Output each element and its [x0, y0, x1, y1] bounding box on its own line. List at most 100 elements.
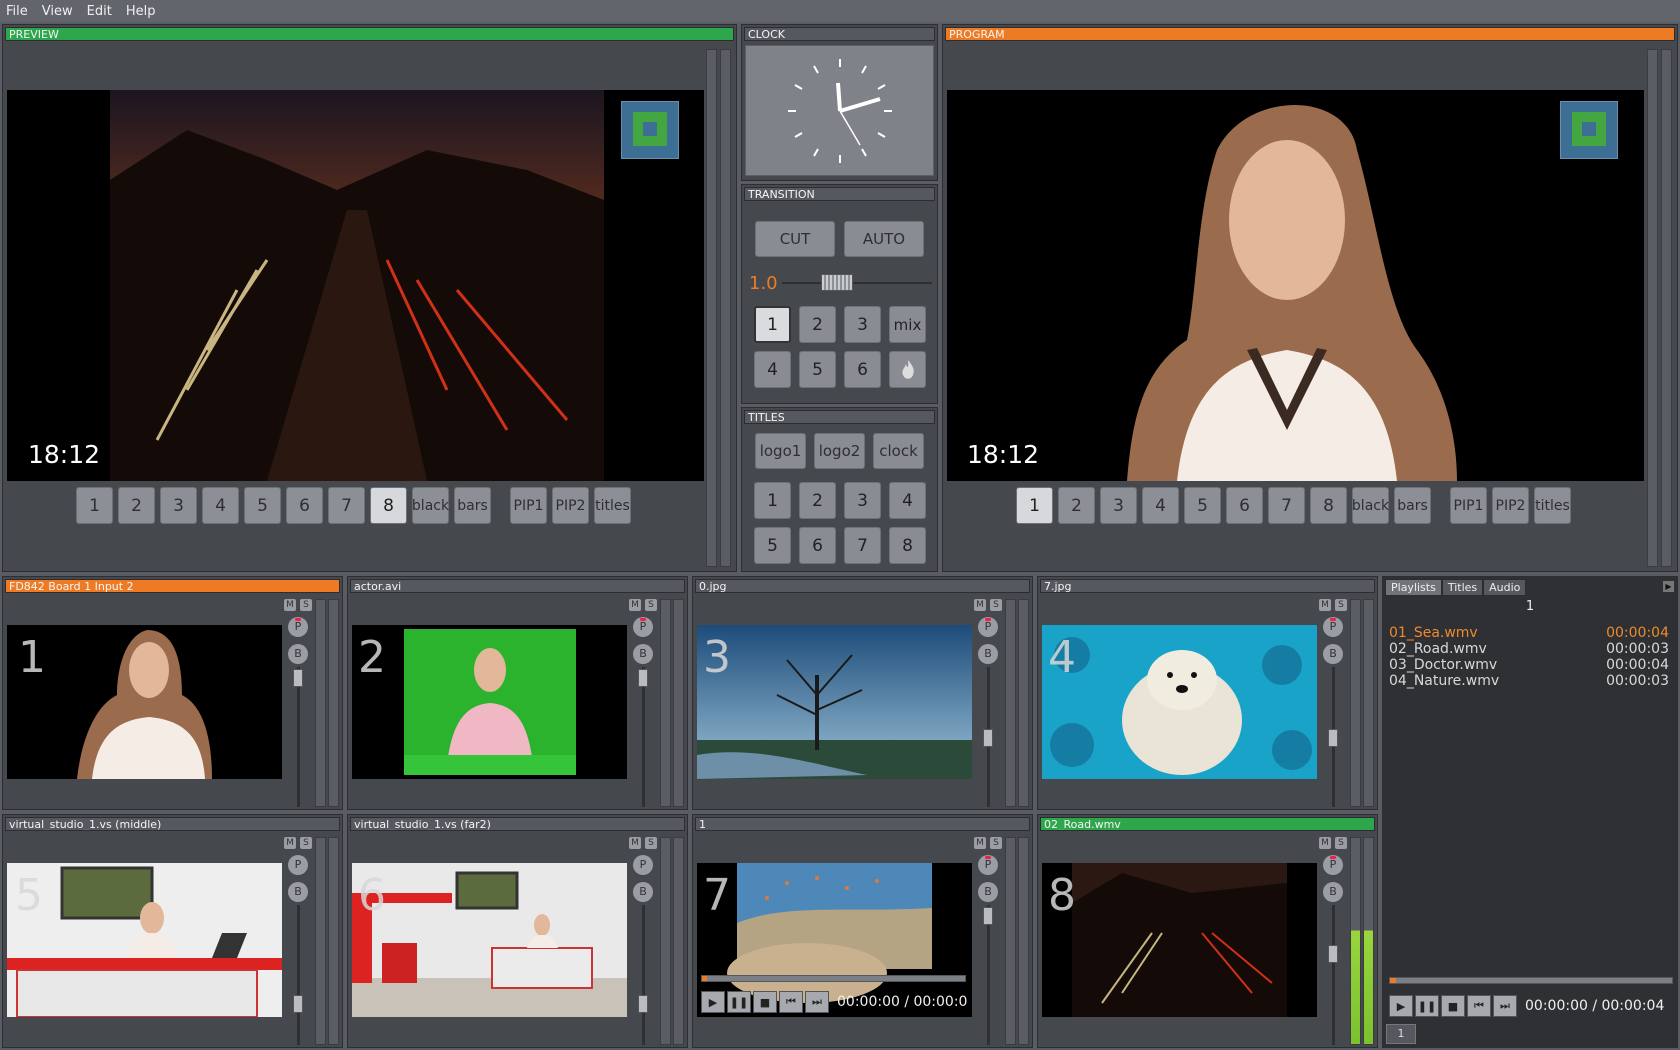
preview-button-2[interactable]: 2 [118, 487, 155, 524]
playlist-progress[interactable] [1389, 977, 1673, 984]
transition-slider-handle[interactable] [821, 274, 853, 291]
program-button-7[interactable]: 7 [1268, 487, 1305, 524]
menu-file[interactable]: File [4, 4, 30, 19]
skip-forward-icon[interactable]: ⏭ [1493, 995, 1517, 1017]
titles-number-8[interactable]: 8 [889, 527, 926, 564]
input-cell-6[interactable]: virtual_studio_1.vs (far2) 6 M S P B [347, 814, 688, 1048]
program-button-8[interactable]: 8 [1310, 487, 1347, 524]
tab-titles[interactable]: Titles [1441, 579, 1484, 596]
skip-back-icon[interactable]: ⏮ [779, 991, 803, 1013]
bus-circle-button-3[interactable]: B [978, 644, 998, 664]
volume-fader-1[interactable] [293, 669, 303, 687]
input-cell-1[interactable]: FD842 Board 1 Input 2 1 M S P B [2, 576, 343, 810]
tab-playlists[interactable]: Playlists [1385, 579, 1442, 596]
bus-circle-button-7[interactable]: B [978, 882, 998, 902]
preview-circle-button-1[interactable]: P [288, 617, 308, 637]
solo-button-2[interactable]: S [645, 599, 657, 611]
transition-effect-2[interactable]: 2 [799, 306, 836, 343]
bus-circle-button-8[interactable]: B [1323, 882, 1343, 902]
program-button-2[interactable]: 2 [1058, 487, 1095, 524]
volume-fader-6[interactable] [638, 995, 648, 1013]
transition-effect-4[interactable]: 4 [754, 351, 791, 388]
playlist-page-button[interactable]: 1 [1386, 1024, 1416, 1044]
program-button-pip2[interactable]: PIP2 [1492, 487, 1529, 524]
auto-button[interactable]: AUTO [844, 221, 924, 257]
mute-button-8[interactable]: M [1319, 837, 1331, 849]
input-monitor-3[interactable] [697, 625, 972, 779]
pause-icon[interactable]: ❚❚ [1415, 995, 1439, 1017]
preview-circle-button-5[interactable]: P [288, 855, 308, 875]
bus-circle-button-4[interactable]: B [1323, 644, 1343, 664]
input-monitor-8[interactable] [1042, 863, 1317, 1017]
stop-icon[interactable]: ■ [753, 991, 777, 1013]
program-monitor[interactable]: 18:12 [947, 90, 1644, 481]
program-button-bars[interactable]: bars [1394, 487, 1431, 524]
solo-button-4[interactable]: S [1335, 599, 1347, 611]
solo-button-6[interactable]: S [645, 837, 657, 849]
titles-clock-button[interactable]: clock [873, 433, 924, 469]
preview-button-3[interactable]: 3 [160, 487, 197, 524]
mute-button-2[interactable]: M [629, 599, 641, 611]
mute-button-3[interactable]: M [974, 599, 986, 611]
menu-help[interactable]: Help [124, 4, 158, 19]
titles-number-3[interactable]: 3 [844, 482, 881, 519]
transition-effect-1[interactable]: 1 [754, 306, 791, 343]
volume-fader-8[interactable] [1328, 945, 1338, 963]
preview-button-black[interactable]: black [412, 487, 449, 524]
preview-circle-button-6[interactable]: P [633, 855, 653, 875]
mute-button-1[interactable]: M [284, 599, 296, 611]
transition-effect-6[interactable]: 6 [844, 351, 881, 388]
solo-button-3[interactable]: S [990, 599, 1002, 611]
input-7-progress[interactable] [701, 975, 966, 982]
input-cell-7[interactable]: 1 7 ▶ ❚❚ ■ ⏮ ⏭ 00:00:00 / 00:00:0 M S P … [692, 814, 1033, 1048]
solo-button-5[interactable]: S [300, 837, 312, 849]
preview-button-1[interactable]: 1 [76, 487, 113, 524]
titles-number-2[interactable]: 2 [799, 482, 836, 519]
input-cell-5[interactable]: virtual_studio_1.vs (middle) 5 M S P B [2, 814, 343, 1048]
play-icon[interactable]: ▶ [701, 991, 725, 1013]
titles-number-5[interactable]: 5 [754, 527, 791, 564]
bus-circle-button-2[interactable]: B [633, 644, 653, 664]
cut-button[interactable]: CUT [755, 221, 835, 257]
program-button-4[interactable]: 4 [1142, 487, 1179, 524]
menu-view[interactable]: View [40, 4, 75, 19]
titles-logo1-button[interactable]: logo1 [755, 433, 806, 469]
titles-number-1[interactable]: 1 [754, 482, 791, 519]
transition-effect-3[interactable]: 3 [844, 306, 881, 343]
menu-edit[interactable]: Edit [85, 4, 114, 19]
titles-number-7[interactable]: 7 [844, 527, 881, 564]
mute-button-7[interactable]: M [974, 837, 986, 849]
pause-icon[interactable]: ❚❚ [727, 991, 751, 1013]
titles-number-4[interactable]: 4 [889, 482, 926, 519]
playlist-item[interactable]: 01_Sea.wmv 00:00:04 [1389, 625, 1669, 641]
volume-fader-5[interactable] [293, 995, 303, 1013]
volume-fader-2[interactable] [638, 669, 648, 687]
mute-button-5[interactable]: M [284, 837, 296, 849]
program-button-1[interactable]: 1 [1016, 487, 1053, 524]
solo-button-1[interactable]: S [300, 599, 312, 611]
input-cell-2[interactable]: actor.avi 2 M S P B [347, 576, 688, 810]
play-icon[interactable]: ▶ [1389, 995, 1413, 1017]
program-button-5[interactable]: 5 [1184, 487, 1221, 524]
input-cell-4[interactable]: 7.jpg 4 M S P B [1037, 576, 1378, 810]
stop-icon[interactable]: ■ [1441, 995, 1465, 1017]
input-cell-8[interactable]: 02_Road.wmv 8 M S P B [1037, 814, 1378, 1048]
solo-button-7[interactable]: S [990, 837, 1002, 849]
skip-forward-icon[interactable]: ⏭ [805, 991, 829, 1013]
program-button-black[interactable]: black [1352, 487, 1389, 524]
bus-circle-button-6[interactable]: B [633, 882, 653, 902]
transition-effect-mix[interactable]: mix [889, 306, 926, 343]
volume-fader-4[interactable] [1328, 729, 1338, 747]
program-button-6[interactable]: 6 [1226, 487, 1263, 524]
transition-effect-5[interactable]: 5 [799, 351, 836, 388]
mute-button-6[interactable]: M [629, 837, 641, 849]
transition-slider-track[interactable] [782, 282, 932, 284]
preview-circle-button-2[interactable]: P [633, 617, 653, 637]
volume-fader-3[interactable] [983, 729, 993, 747]
preview-circle-button-8[interactable]: P [1323, 855, 1343, 875]
preview-button-4[interactable]: 4 [202, 487, 239, 524]
input-monitor-5[interactable] [7, 863, 282, 1017]
tab-audio[interactable]: Audio [1483, 579, 1527, 596]
preview-monitor[interactable]: 18:12 [7, 90, 704, 481]
input-monitor-2[interactable] [352, 625, 627, 779]
